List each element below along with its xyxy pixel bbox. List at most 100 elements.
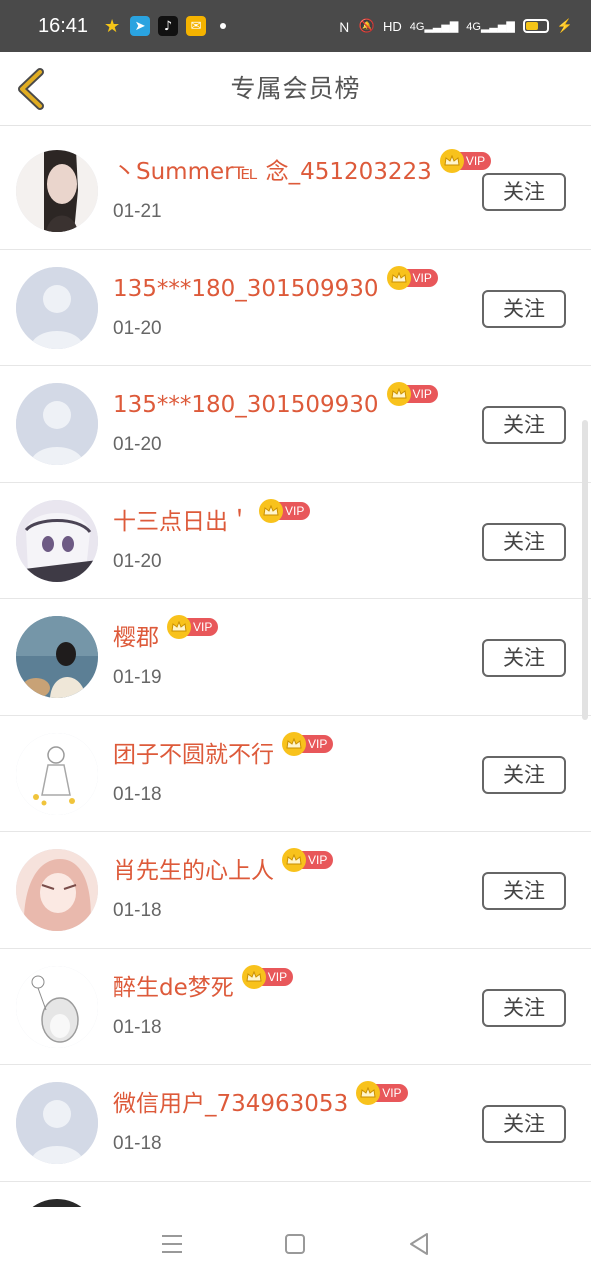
scrollbar[interactable]: [582, 420, 588, 720]
member-row[interactable]: 醉生de梦死 VIP 01-18 关注: [0, 949, 591, 1065]
notification-icons: ★ ➤ ♪ ✉: [102, 15, 227, 37]
member-row[interactable]: 微信用户_734963053 VIP 01-18 关注: [0, 1065, 591, 1182]
home-button[interactable]: [280, 1229, 310, 1259]
member-name-line: 丶Summer℡ 念_451203223 VIP: [113, 149, 492, 189]
member-row[interactable]: 团子不圆就不行 VIP 01-18 关注: [0, 716, 591, 832]
member-row-partial[interactable]: [0, 1182, 591, 1207]
vip-badge: VIP: [282, 848, 334, 872]
crown-icon: [386, 382, 411, 406]
avatar[interactable]: [16, 266, 98, 349]
member-name[interactable]: 135***180_301509930: [113, 272, 379, 306]
page-header: 专属会员榜: [0, 52, 591, 126]
square-icon: [285, 1233, 306, 1254]
follow-button[interactable]: 关注: [482, 988, 566, 1027]
member-name[interactable]: 135***180_301509930: [113, 388, 379, 422]
vip-badge: VIP: [167, 615, 219, 639]
menu-icon: [161, 1234, 182, 1253]
join-date: 01-18: [113, 1016, 162, 1038]
vip-badge: VIP: [259, 498, 311, 523]
avatar[interactable]: [16, 383, 98, 465]
avatar[interactable]: [16, 849, 98, 931]
back-nav-button[interactable]: [404, 1229, 434, 1259]
join-date: 01-18: [113, 1133, 162, 1154]
member-name[interactable]: 醉生de梦死: [113, 971, 234, 1005]
avatar[interactable]: [16, 1082, 98, 1164]
avatar[interactable]: [16, 616, 98, 698]
vip-badge: VIP: [439, 149, 492, 173]
crown-icon: [259, 498, 283, 523]
system-nav-bar: [0, 1207, 591, 1280]
member-name-line: 肖先生的心上人 VIP: [113, 848, 334, 888]
follow-button[interactable]: 关注: [482, 289, 566, 328]
avatar[interactable]: [16, 732, 98, 815]
member-row[interactable]: 樱郡 VIP 01-19 关注: [0, 599, 591, 716]
vip-badge: VIP: [241, 964, 294, 989]
follow-button[interactable]: 关注: [482, 1105, 566, 1143]
join-date: 01-20: [113, 317, 162, 339]
back-button[interactable]: [14, 66, 54, 112]
avatar[interactable]: [16, 499, 98, 582]
status-time: 16:41: [38, 14, 89, 37]
member-row[interactable]: 135***180_301509930 VIP 01-20 关注: [0, 250, 591, 366]
signal-1-icon: 4G▂▃▅▇: [409, 20, 459, 33]
member-row[interactable]: 丶Summer℡ 念_451203223 VIP 01-21 关注: [0, 133, 591, 250]
chevron-left-icon: [18, 68, 44, 110]
join-date: 01-20: [113, 434, 162, 455]
member-name[interactable]: 丶Summer℡ 念_451203223: [113, 155, 432, 189]
vip-badge: VIP: [356, 1081, 408, 1105]
page-title: 专属会员榜: [230, 74, 361, 103]
crown-icon: [282, 731, 306, 756]
star-icon: ★: [103, 15, 121, 37]
member-name-line: 十三点日出＇ VIP: [113, 498, 311, 539]
vip-badge: VIP: [386, 382, 438, 406]
mail-icon: ✉: [186, 16, 207, 36]
follow-button[interactable]: 关注: [482, 173, 566, 211]
hd-label: HD: [382, 18, 402, 34]
charging-icon: ⚡: [556, 18, 573, 33]
tiktok-icon: ♪: [158, 16, 179, 36]
join-date: 01-20: [113, 550, 162, 572]
avatar[interactable]: [16, 965, 98, 1048]
member-list[interactable]: 丶Summer℡ 念_451203223 VIP 01-21 关注 135***…: [0, 133, 591, 1207]
crown-icon: [282, 848, 306, 872]
member-row[interactable]: 肖先生的心上人 VIP 01-18 关注: [0, 832, 591, 949]
member-name[interactable]: 团子不圆就不行: [113, 738, 274, 772]
vip-badge: VIP: [386, 265, 438, 290]
member-row[interactable]: 十三点日出＇ VIP 01-20 关注: [0, 483, 591, 599]
telegram-icon: ➤: [130, 16, 151, 36]
crown-icon: [167, 615, 191, 639]
avatar[interactable]: [16, 1198, 98, 1207]
vip-badge: VIP: [282, 731, 334, 756]
more-notifications-dot: [220, 23, 227, 29]
join-date: 01-18: [113, 900, 162, 921]
crown-icon: [386, 265, 411, 290]
member-name-line: 135***180_301509930 VIP: [113, 382, 438, 422]
member-name[interactable]: 十三点日出＇: [113, 505, 251, 539]
follow-button[interactable]: 关注: [482, 522, 566, 561]
member-name[interactable]: 樱郡: [113, 621, 159, 655]
follow-button[interactable]: 关注: [482, 872, 566, 910]
menu-button[interactable]: [157, 1229, 187, 1259]
battery-icon: [522, 19, 549, 33]
follow-button[interactable]: 关注: [482, 406, 566, 444]
join-date: 01-19: [113, 667, 162, 688]
join-date: 01-18: [113, 783, 162, 805]
follow-button[interactable]: 关注: [482, 639, 566, 677]
member-name-line: 135***180_301509930 VIP: [113, 265, 438, 306]
avatar[interactable]: [16, 150, 98, 232]
member-name[interactable]: 微信用户_734963053: [113, 1087, 348, 1121]
member-name-line: 微信用户_734963053 VIP: [113, 1081, 408, 1121]
follow-button[interactable]: 关注: [482, 755, 566, 794]
member-row[interactable]: 135***180_301509930 VIP 01-20 关注: [0, 366, 591, 483]
member-name[interactable]: 肖先生的心上人: [113, 854, 274, 888]
triangle-back-icon: [410, 1232, 429, 1255]
status-bar: 16:41 ★ ➤ ♪ ✉ Ｎ 🔕 HD 4G▂▃▅▇ 4G▂▃▅▇ ⚡: [0, 0, 591, 52]
nfc-icon: Ｎ: [337, 19, 351, 35]
member-name-line: 樱郡 VIP: [113, 615, 219, 655]
member-name-line: 醉生de梦死 VIP: [113, 964, 294, 1005]
crown-icon: [439, 149, 464, 173]
crown-icon: [241, 964, 266, 989]
member-name-line: 团子不圆就不行 VIP: [113, 731, 334, 772]
join-date: 01-21: [113, 201, 162, 222]
signal-2-icon: 4G▂▃▅▇: [466, 20, 515, 33]
